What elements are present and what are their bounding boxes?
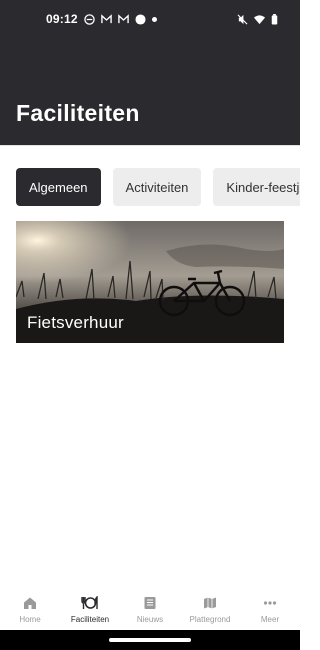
bottom-navigation: Home Faciliteiten Nieuws Plattegrond Mee… (0, 590, 300, 630)
category-chips: Algemeen Activiteiten Kinder-feestjes (16, 168, 300, 206)
nav-faciliteiten-label: Faciliteiten (70, 615, 110, 624)
more-icon (263, 601, 277, 605)
card-label: Fietsverhuur (27, 313, 124, 332)
chip-activiteiten[interactable]: Activiteiten (112, 168, 202, 206)
gmail-icon (101, 13, 112, 23)
status-bar: 09:12 (0, 0, 300, 38)
nav-plattegrond[interactable]: Plattegrond (180, 590, 240, 630)
nav-faciliteiten[interactable]: Faciliteiten (60, 590, 120, 630)
nav-nieuws[interactable]: Nieuws (120, 590, 180, 630)
home-icon (24, 597, 36, 609)
header-divider (0, 145, 300, 146)
map-icon (204, 597, 216, 609)
status-system-icons (237, 12, 278, 26)
status-time: 09:12 (46, 12, 78, 26)
home-gesture-handle[interactable] (109, 638, 191, 642)
small-dot-icon (152, 16, 157, 22)
gmail-icon (118, 13, 129, 23)
battery-icon (271, 13, 278, 25)
dining-icon (81, 596, 98, 609)
system-navigation-bar (0, 630, 300, 650)
wifi-icon (254, 14, 265, 24)
app-header: 09:12 Faciliteiten (0, 0, 300, 145)
news-icon (144, 597, 156, 609)
record-dot-icon (135, 13, 146, 25)
nav-nieuws-label: Nieuws (136, 615, 164, 624)
facility-card-fietsverhuur[interactable]: Fietsverhuur (16, 221, 284, 343)
chip-kinder-feestjes[interactable]: Kinder-feestjes (213, 168, 300, 206)
nav-plattegrond-label: Plattegrond (189, 615, 231, 624)
status-notification-icons (84, 12, 157, 26)
chip-algemeen[interactable]: Algemeen (16, 168, 101, 206)
nav-meer[interactable]: Meer (240, 590, 300, 630)
app-icon (84, 13, 95, 25)
nav-home-label: Home (19, 615, 41, 624)
page-title: Faciliteiten (16, 100, 140, 126)
mute-icon (237, 14, 248, 24)
nav-home[interactable]: Home (0, 590, 60, 630)
nav-meer-label: Meer (260, 615, 280, 624)
